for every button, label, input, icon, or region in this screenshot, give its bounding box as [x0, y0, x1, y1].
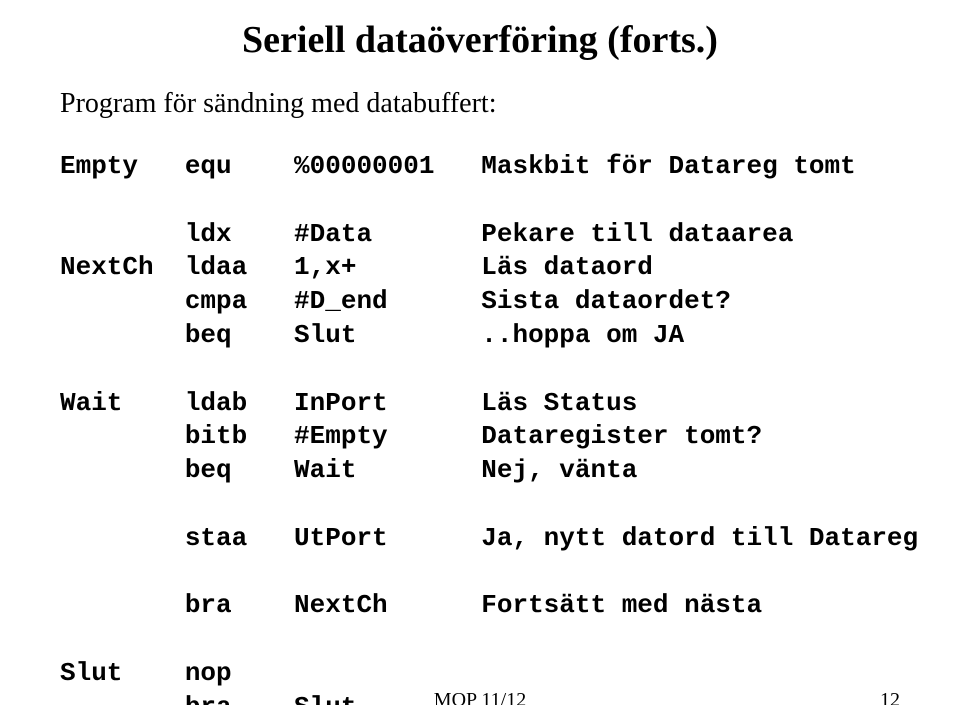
footer-center: MOP 11/12: [0, 689, 960, 705]
code-listing: Empty equ %00000001 Maskbit för Datareg …: [60, 150, 900, 705]
subheading: Program för sändning med databuffert:: [60, 88, 900, 120]
page-title: Seriell dataöverföring (forts.): [60, 18, 900, 62]
slide-page: Seriell dataöverföring (forts.) Program …: [0, 0, 960, 705]
footer-page-number: 12: [880, 689, 900, 705]
